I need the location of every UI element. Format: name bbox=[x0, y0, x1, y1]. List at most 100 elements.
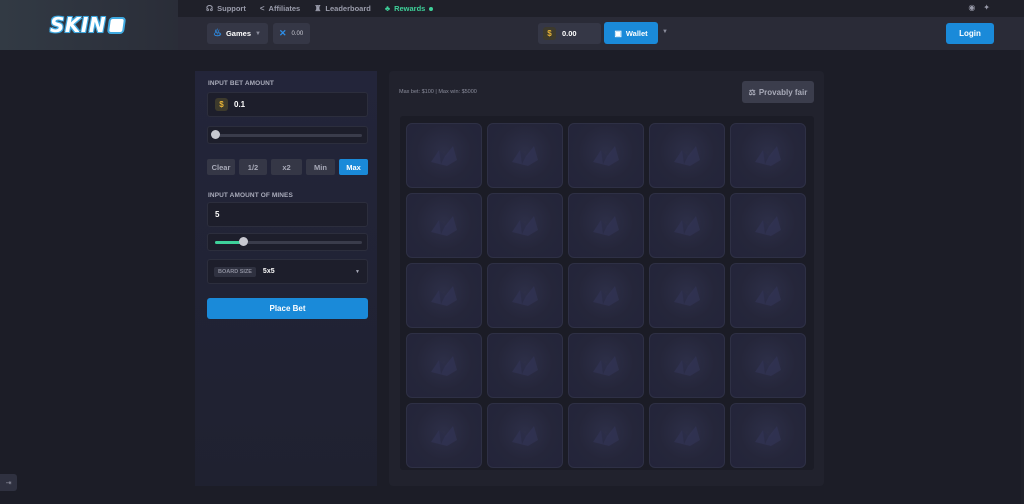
mine-tile[interactable] bbox=[649, 123, 725, 188]
scale-icon: ⚖ bbox=[748, 87, 756, 97]
leaderboard-link[interactable]: ♜ Leaderboard bbox=[314, 4, 371, 13]
wallet-label: Wallet bbox=[625, 28, 648, 38]
games-label: Games bbox=[225, 29, 251, 38]
mine-tile[interactable] bbox=[487, 123, 563, 188]
support-link[interactable]: ☊ Support bbox=[206, 4, 246, 13]
affiliates-link-label: Affiliates bbox=[268, 4, 301, 13]
tile-logo-icon bbox=[755, 215, 781, 236]
logo[interactable]: SKIN bbox=[50, 13, 127, 37]
clear-button[interactable]: Clear bbox=[207, 159, 235, 175]
tile-logo-icon bbox=[431, 425, 457, 446]
mine-tile[interactable] bbox=[487, 263, 563, 328]
slider-track bbox=[215, 134, 362, 137]
balance-value: 0.00 bbox=[562, 29, 577, 38]
mine-tile[interactable] bbox=[730, 263, 806, 328]
slider-handle[interactable] bbox=[238, 237, 248, 246]
board-size-value: 5x5 bbox=[262, 268, 275, 275]
mine-tile[interactable] bbox=[568, 263, 644, 328]
chevron-down-icon: ▼ bbox=[355, 269, 360, 275]
provably-fair-label: Provably fair bbox=[758, 87, 808, 97]
mine-tile[interactable] bbox=[406, 333, 482, 398]
mines-amount-input[interactable]: 5 bbox=[207, 202, 368, 227]
rewards-link[interactable]: ♣ Rewards bbox=[385, 4, 434, 13]
wallet-button[interactable]: ▣ Wallet bbox=[604, 22, 658, 44]
tile-logo-icon bbox=[755, 425, 781, 446]
games-dropdown[interactable]: ♨ Games ▼ bbox=[207, 23, 268, 44]
tile-logo-icon bbox=[512, 285, 538, 306]
bet-amount-label: INPUT BET AMOUNT bbox=[208, 80, 274, 87]
bet-amount-input[interactable]: $ 0.1 bbox=[207, 92, 368, 117]
mine-tile[interactable] bbox=[649, 263, 725, 328]
mines-slider[interactable] bbox=[207, 233, 368, 251]
mines-amount-label: INPUT AMOUNT OF MINES bbox=[208, 192, 293, 199]
half-button[interactable]: 1/2 bbox=[239, 159, 267, 175]
twitter-icon[interactable]: ✦ bbox=[983, 3, 990, 12]
mine-tile[interactable] bbox=[406, 193, 482, 258]
tile-logo-icon bbox=[431, 285, 457, 306]
mine-tile[interactable] bbox=[568, 333, 644, 398]
balance-display: $ 0.00 bbox=[538, 23, 601, 44]
min-button[interactable]: Min bbox=[306, 159, 335, 175]
expand-sidebar-icon[interactable]: ⇥ bbox=[0, 474, 17, 491]
bet-amount-slider[interactable] bbox=[207, 126, 368, 144]
x-balance[interactable]: ✕ 0.00 bbox=[273, 23, 310, 44]
mine-tile[interactable] bbox=[568, 193, 644, 258]
mine-tile[interactable] bbox=[568, 403, 644, 468]
mine-tile[interactable] bbox=[649, 403, 725, 468]
login-button[interactable]: Login bbox=[946, 23, 994, 44]
max-button[interactable]: Max bbox=[339, 159, 368, 175]
tile-logo-icon bbox=[674, 145, 700, 166]
top-links-bar: ☊ Support < Affiliates ♜ Leaderboard ♣ R… bbox=[178, 0, 1024, 17]
tile-logo-icon bbox=[593, 145, 619, 166]
trophy-icon: ♜ bbox=[314, 4, 322, 13]
tile-logo-icon bbox=[512, 425, 538, 446]
tile-logo-icon bbox=[593, 285, 619, 306]
chevron-down-icon: ▼ bbox=[255, 30, 261, 37]
provably-fair-button[interactable]: ⚖ Provably fair bbox=[742, 81, 814, 103]
mine-tile[interactable] bbox=[487, 403, 563, 468]
wallet-chevron-down-icon[interactable]: ▼ bbox=[662, 29, 668, 35]
tile-logo-icon bbox=[512, 145, 538, 166]
double-button[interactable]: x2 bbox=[271, 159, 302, 175]
bet-panel: INPUT BET AMOUNT $ 0.1 Clear 1/2 x2 Min … bbox=[195, 71, 377, 486]
bet-limits-text: Max bet: $100 | Max win: $5000 bbox=[399, 89, 477, 95]
mine-tile[interactable] bbox=[487, 193, 563, 258]
board-size-select[interactable]: BOARD SIZE 5x5 ▼ bbox=[207, 259, 368, 284]
mine-tile[interactable] bbox=[487, 333, 563, 398]
mine-tile[interactable] bbox=[406, 123, 482, 188]
logo-text: SKIN bbox=[50, 13, 107, 37]
mine-tile[interactable] bbox=[568, 123, 644, 188]
mine-tile[interactable] bbox=[730, 123, 806, 188]
gift-icon: ♣ bbox=[384, 4, 391, 13]
mine-tile[interactable] bbox=[730, 403, 806, 468]
mines-board bbox=[400, 116, 814, 470]
main-navbar: ♨ Games ▼ ✕ 0.00 $ 0.00 ▣ Wallet ▼ Login bbox=[178, 17, 1024, 50]
mine-tile[interactable] bbox=[730, 193, 806, 258]
mine-tile[interactable] bbox=[649, 333, 725, 398]
place-bet-button[interactable]: Place Bet bbox=[207, 298, 368, 319]
mine-tile[interactable] bbox=[406, 403, 482, 468]
rewards-link-label: Rewards bbox=[394, 4, 426, 13]
quick-bet-buttons: Clear 1/2 x2 Min Max bbox=[207, 159, 368, 175]
tile-logo-icon bbox=[674, 215, 700, 236]
tile-logo-icon bbox=[674, 425, 700, 446]
tile-logo-icon bbox=[674, 355, 700, 376]
mine-tile[interactable] bbox=[730, 333, 806, 398]
tile-logo-icon bbox=[431, 355, 457, 376]
share-icon: < bbox=[259, 4, 265, 13]
x-currency-icon: ✕ bbox=[279, 28, 287, 38]
mine-tile[interactable] bbox=[649, 193, 725, 258]
coin-icon: $ bbox=[543, 27, 556, 40]
logo-area[interactable]: SKIN bbox=[0, 0, 178, 50]
mines-game-area: Max bet: $100 | Max win: $5000 ⚖ Provabl… bbox=[389, 71, 824, 486]
discord-icon[interactable]: ◉ bbox=[968, 3, 975, 12]
mines-amount-value: 5 bbox=[215, 210, 220, 219]
tile-logo-icon bbox=[593, 355, 619, 376]
flame-icon: ♨ bbox=[213, 28, 222, 39]
affiliates-link[interactable]: < Affiliates bbox=[260, 4, 300, 13]
mines-grid bbox=[406, 123, 806, 468]
social-links: ◉ ✦ bbox=[968, 3, 990, 12]
mine-tile[interactable] bbox=[406, 263, 482, 328]
slider-handle[interactable] bbox=[211, 130, 220, 139]
x-balance-value: 0.00 bbox=[291, 30, 304, 37]
